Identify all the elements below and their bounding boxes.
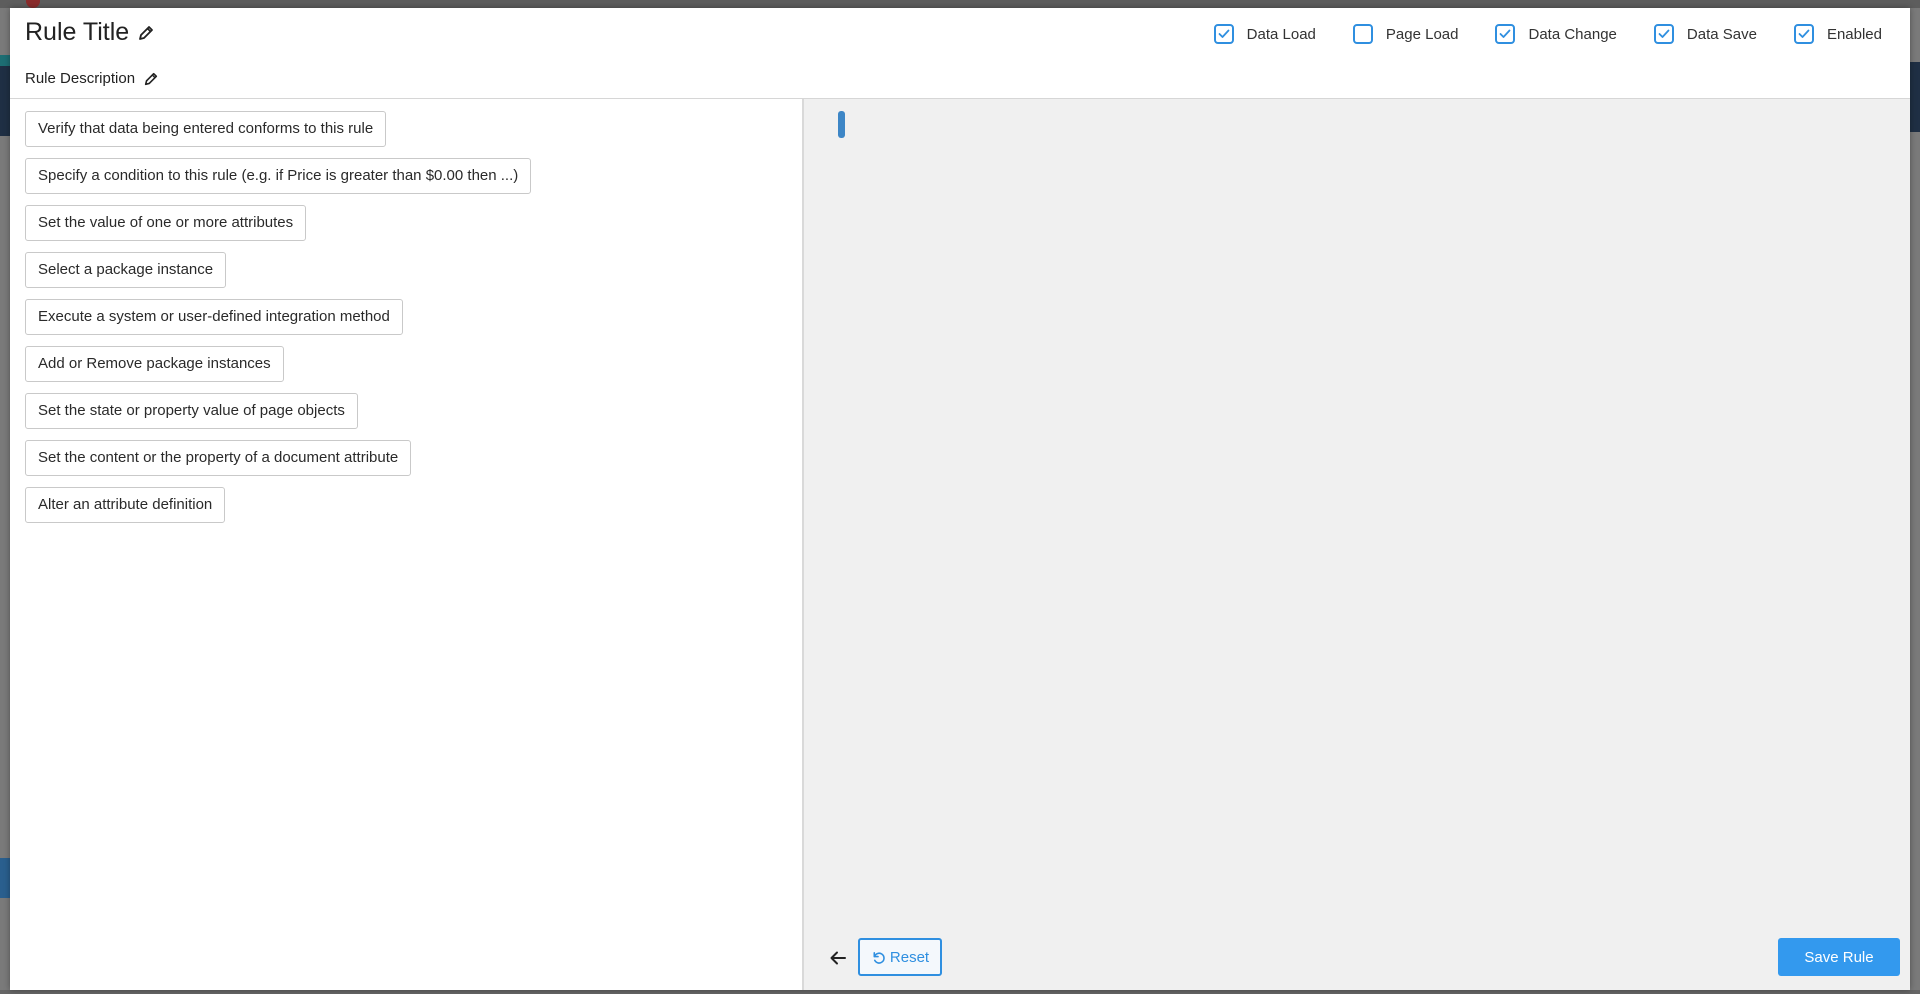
action-set-document-attribute-button[interactable]: Set the content or the property of a doc… [25, 440, 412, 476]
reset-button[interactable]: Reset [858, 938, 942, 976]
edit-description-pencil-icon[interactable] [143, 71, 159, 87]
checkbox-enabled[interactable]: Enabled [1793, 24, 1882, 44]
modal-header: Rule Title Rule Description Data Load Pa… [10, 8, 1910, 99]
undo-icon [873, 951, 885, 964]
action-select-package-instance-button[interactable]: Select a package instance [25, 252, 227, 288]
background-app-edge [1910, 62, 1920, 132]
back-arrow-icon[interactable] [830, 951, 846, 970]
checkbox-label: Data Load [1246, 25, 1316, 43]
checkbox-data-save[interactable]: Data Save [1653, 24, 1757, 44]
action-alter-attribute-definition-button[interactable]: Alter an attribute definition [25, 487, 226, 523]
checkbox-label: Page Load [1385, 25, 1459, 43]
action-palette: Verify that data being entered conforms … [10, 99, 802, 990]
description-row: Rule Description [25, 70, 159, 87]
checkbox-checked-icon[interactable] [1653, 24, 1674, 44]
action-specify-condition-button[interactable]: Specify a condition to this rule (e.g. i… [25, 158, 532, 194]
rule-title: Rule Title [25, 18, 130, 46]
checkbox-unchecked-icon[interactable] [1352, 24, 1373, 44]
background-app-edge [0, 66, 10, 136]
checkbox-checked-icon[interactable] [1495, 24, 1516, 44]
save-rule-label: Save Rule [1804, 948, 1874, 966]
background-app-edge [0, 858, 10, 898]
edit-title-pencil-icon[interactable] [137, 24, 155, 42]
background-app-edge [0, 990, 1920, 994]
action-execute-integration-method-button[interactable]: Execute a system or user-defined integra… [25, 299, 403, 335]
checkbox-label: Enabled [1826, 25, 1882, 43]
action-add-remove-package-instances-button[interactable]: Add or Remove package instances [25, 346, 284, 382]
save-rule-button[interactable]: Save Rule [1778, 938, 1900, 976]
rule-description: Rule Description [25, 70, 136, 87]
modal-body: Verify that data being entered conforms … [10, 99, 1910, 990]
rule-editor-modal: Rule Title Rule Description Data Load Pa… [10, 8, 1910, 990]
title-row: Rule Title [25, 18, 155, 47]
reset-label: Reset [889, 948, 930, 966]
checkbox-label: Data Change [1528, 25, 1617, 43]
action-set-page-object-state-button[interactable]: Set the state or property value of page … [25, 393, 358, 429]
background-app-strip [0, 0, 1920, 8]
rule-editor-canvas[interactable]: Reset Save Rule [804, 99, 1910, 990]
checkbox-data-change[interactable]: Data Change [1495, 24, 1617, 44]
checkbox-label: Data Save [1686, 25, 1757, 43]
checkbox-page-load[interactable]: Page Load [1352, 24, 1459, 44]
editor-caret [838, 111, 845, 138]
checkbox-data-load[interactable]: Data Load [1213, 24, 1316, 44]
trigger-checkboxes: Data Load Page Load Data Change Data Sav… [1213, 24, 1882, 44]
action-set-attribute-value-button[interactable]: Set the value of one or more attributes [25, 205, 307, 241]
checkbox-checked-icon[interactable] [1213, 24, 1234, 44]
checkbox-checked-icon[interactable] [1793, 24, 1814, 44]
action-list: Verify that data being entered conforms … [25, 111, 532, 534]
action-verify-data-button[interactable]: Verify that data being entered conforms … [25, 111, 387, 147]
